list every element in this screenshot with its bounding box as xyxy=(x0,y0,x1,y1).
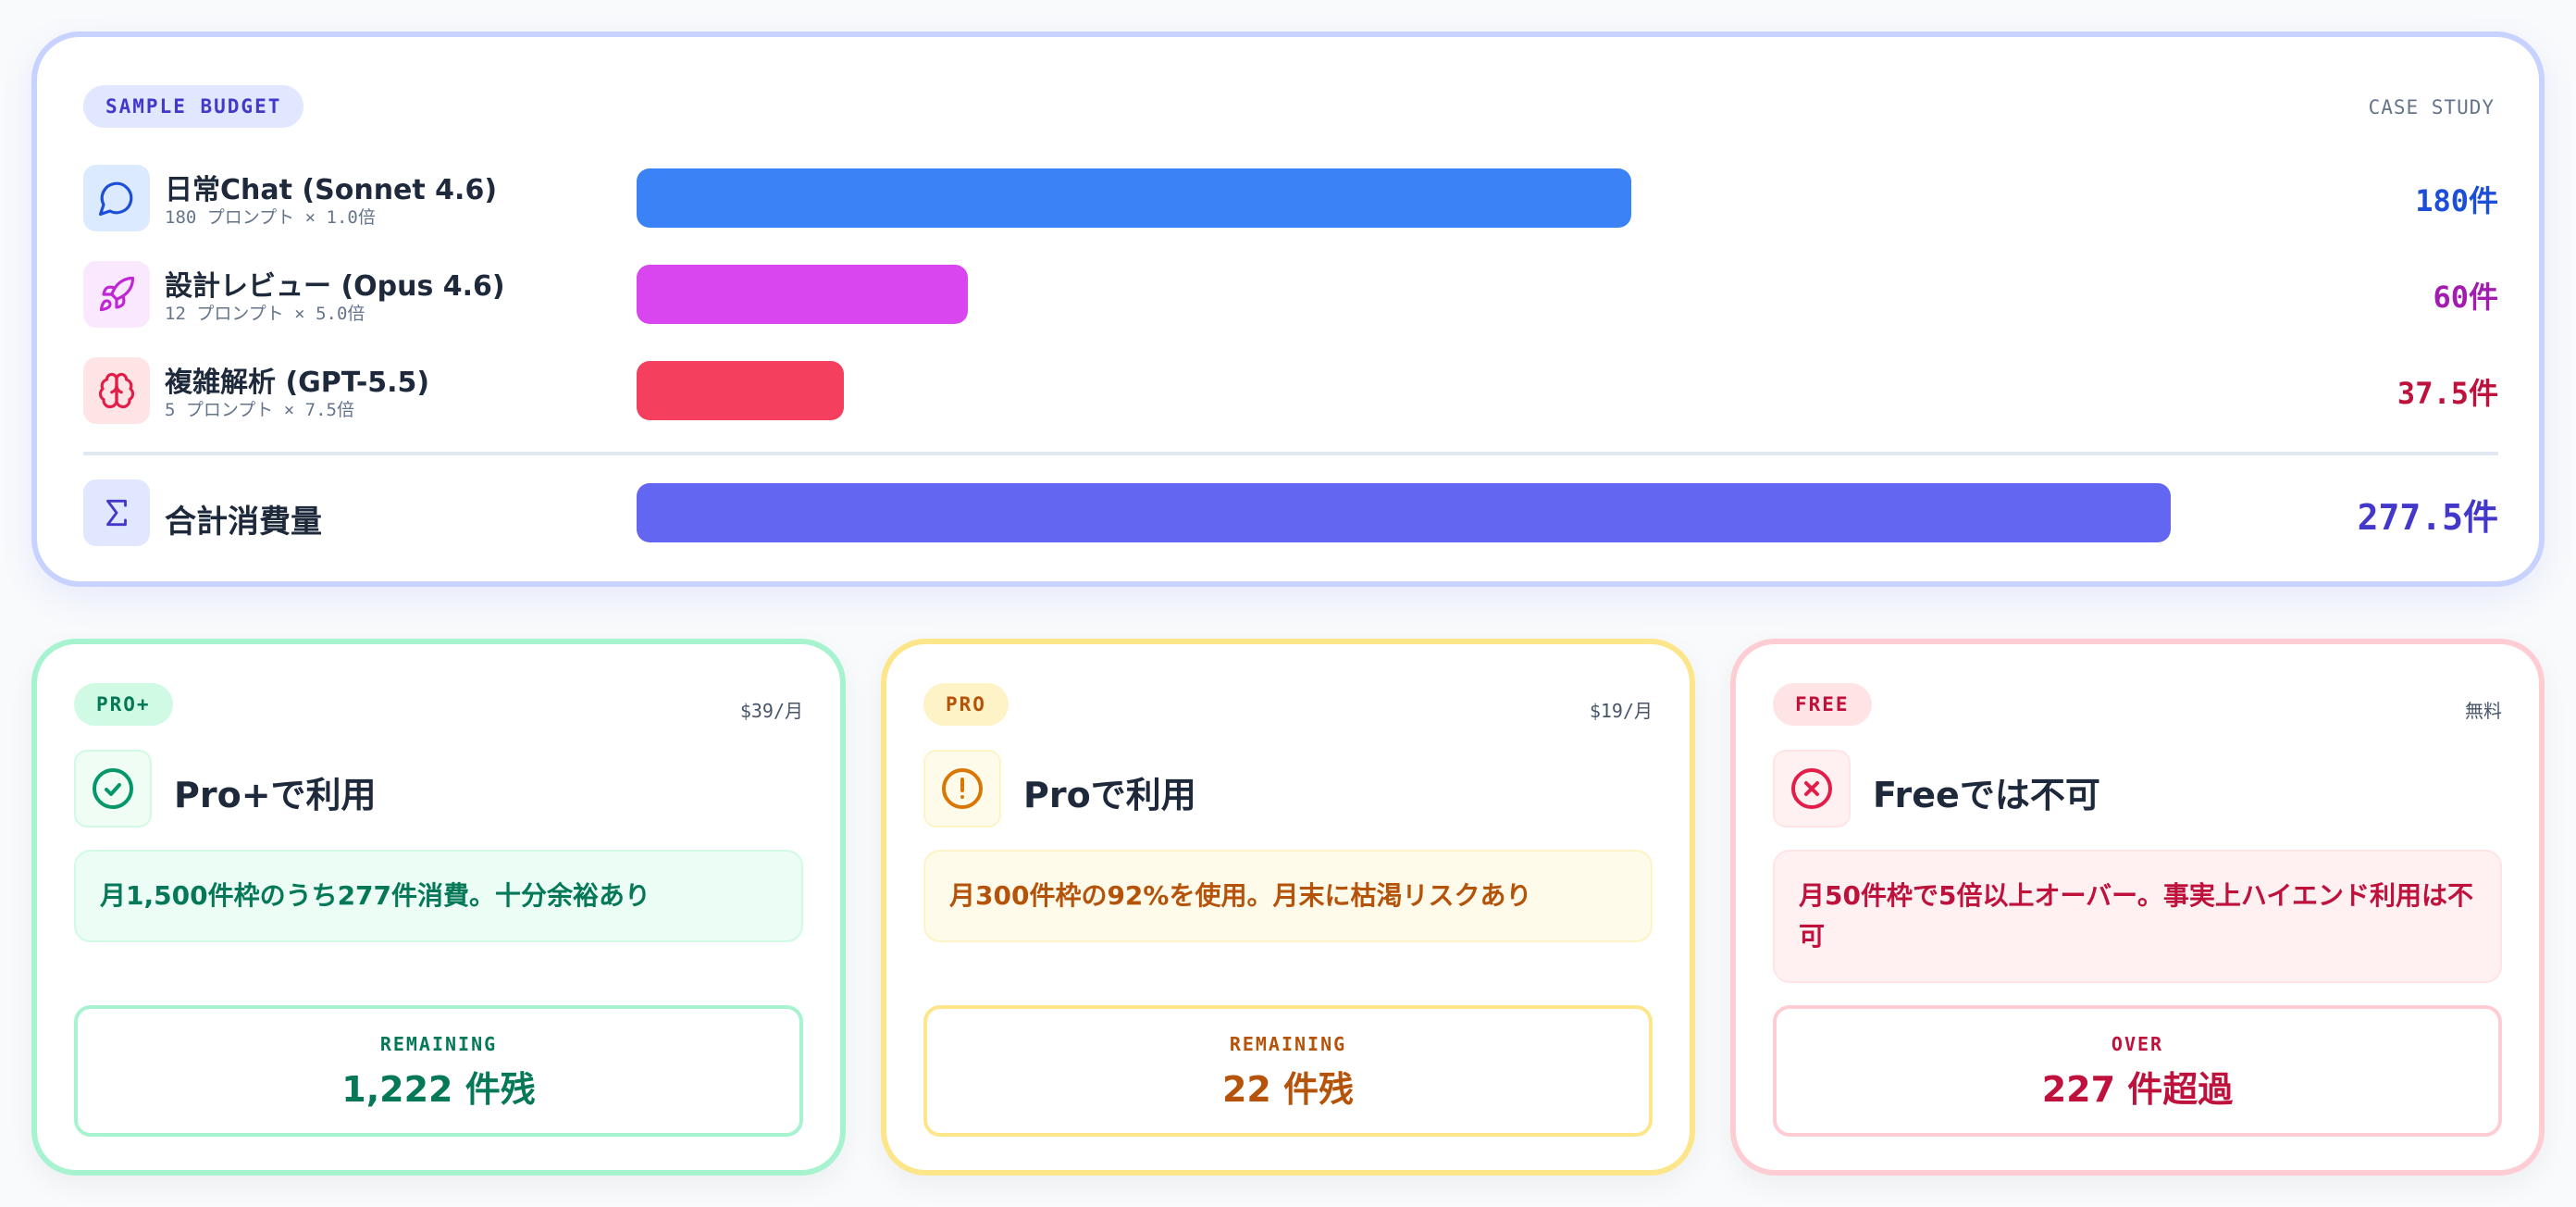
budget-row-total: 合計消費量 277.5件 xyxy=(83,479,2498,546)
check-circle-icon xyxy=(74,750,152,827)
plan-price: $39/月 xyxy=(739,700,803,722)
budget-row-formula: 12 プロンプト × 5.0倍 xyxy=(165,304,365,324)
plan-heading: Freeでは不可 xyxy=(1873,775,2100,815)
plan-badge: PRO xyxy=(923,683,1009,726)
sigma-icon xyxy=(83,479,150,546)
budget-row-complex-analysis: 複雑解析 (GPT-5.5) 5 プロンプト × 7.5倍 37.5件 xyxy=(83,357,2498,424)
budget-row-value: 37.5件 xyxy=(2396,376,2498,411)
plan-card-pro: PRO $19/月 Proで利用 月300件枠の92%を使用。月末に枯渇リスクあ… xyxy=(881,639,1695,1176)
plan-result-label: REMAINING xyxy=(379,1033,498,1055)
plan-price: $19/月 xyxy=(1589,700,1653,722)
brain-icon xyxy=(83,357,150,424)
plan-card-free: FREE 無料 Freeでは不可 月50件枠で5倍以上オーバー。事実上ハイエンド… xyxy=(1730,639,2545,1176)
plan-result-box: OVER 227 件超過 xyxy=(1773,1005,2502,1137)
budget-row-daily-chat: 日常Chat (Sonnet 4.6) 180 プロンプト × 1.0倍 180… xyxy=(83,165,2498,231)
plan-badge: FREE xyxy=(1773,683,1872,726)
plan-result-value: 227 件超過 xyxy=(2041,1069,2234,1110)
chat-bubble-icon xyxy=(83,165,150,231)
rocket-icon xyxy=(83,261,150,328)
plan-card-pro-plus: PRO+ $39/月 Pro+で利用 月1,500件枠のうち277件消費。十分余… xyxy=(31,639,846,1176)
plan-result-label: REMAINING xyxy=(1229,1033,1347,1055)
budget-row-design-review: 設計レビュー (Opus 4.6) 12 プロンプト × 5.0倍 60件 xyxy=(83,261,2498,328)
budget-bar xyxy=(637,265,969,324)
plan-badge: PRO+ xyxy=(74,683,173,726)
budget-bar xyxy=(637,361,845,420)
total-consumption-value: 277.5件 xyxy=(2357,497,2498,538)
plan-result-value: 1,222 件残 xyxy=(341,1069,536,1110)
alert-circle-icon xyxy=(923,750,1001,827)
budget-row-value: 180件 xyxy=(2415,183,2498,218)
case-study-label: CASE STUDY xyxy=(2368,96,2495,118)
plan-result-value: 22 件残 xyxy=(1221,1069,1355,1110)
sample-budget-card: SAMPLE BUDGET CASE STUDY 日常Chat (Sonnet … xyxy=(31,31,2545,587)
plan-result-label: OVER xyxy=(2111,1033,2164,1055)
plan-note: 月300件枠の92%を使用。月末に枯渇リスクあり xyxy=(923,850,1653,942)
budget-row-formula: 180 プロンプト × 1.0倍 xyxy=(165,207,376,228)
plan-price: 無料 xyxy=(2465,700,2502,722)
plan-heading: Pro+で利用 xyxy=(174,775,377,815)
budget-divider xyxy=(83,452,2498,455)
budget-row-formula: 5 プロンプト × 7.5倍 xyxy=(165,400,354,420)
budget-row-value: 60件 xyxy=(2433,280,2498,315)
plan-heading: Proで利用 xyxy=(1023,775,1196,815)
sample-budget-badge: SAMPLE BUDGET xyxy=(83,85,304,128)
budget-row-name: 複雑解析 (GPT-5.5) xyxy=(165,367,430,399)
plan-note: 月1,500件枠のうち277件消費。十分余裕あり xyxy=(74,850,803,942)
plan-result-box: REMAINING 1,222 件残 xyxy=(74,1005,803,1137)
total-consumption-label: 合計消費量 xyxy=(165,504,322,541)
budget-row-name: 日常Chat (Sonnet 4.6) xyxy=(165,174,498,206)
plan-result-box: REMAINING 22 件残 xyxy=(923,1005,1653,1137)
budget-bar xyxy=(637,168,1632,228)
plan-note: 月50件枠で5倍以上オーバー。事実上ハイエンド利用は不可 xyxy=(1773,850,2502,983)
total-bar xyxy=(637,483,2171,542)
budget-row-name: 設計レビュー (Opus 4.6) xyxy=(165,270,505,303)
x-circle-icon xyxy=(1773,750,1851,827)
